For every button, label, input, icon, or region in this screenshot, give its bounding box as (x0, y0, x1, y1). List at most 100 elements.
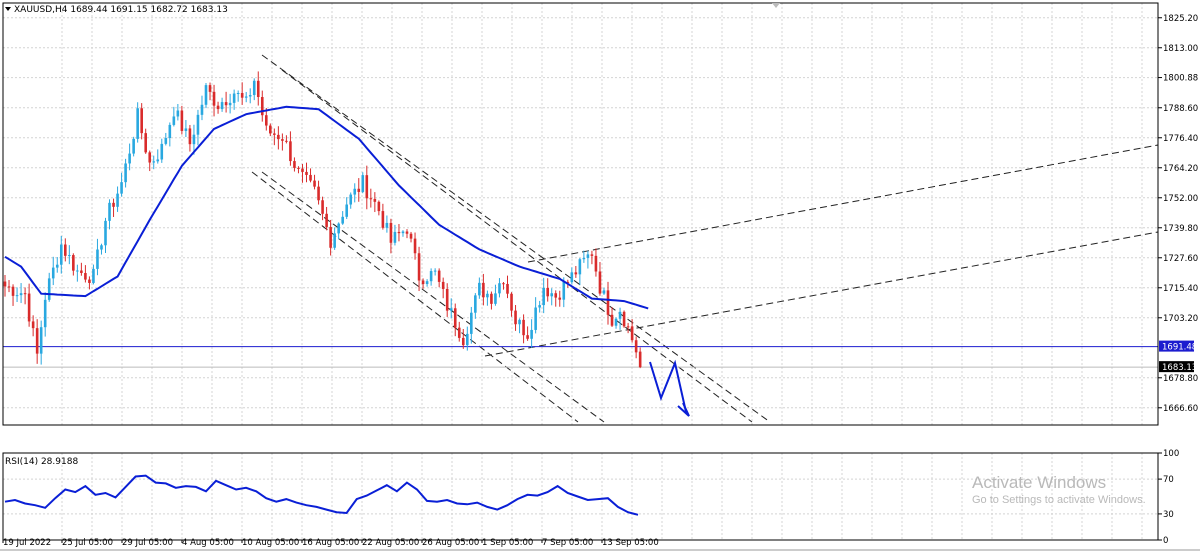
candle-body (397, 231, 401, 234)
candle-body (273, 133, 276, 135)
candle-body (321, 200, 324, 214)
price-tick-label: 1703.20 (1163, 314, 1198, 324)
candle-body (453, 308, 457, 328)
candle-body (188, 128, 192, 145)
candle-body (260, 97, 264, 116)
candle-body (236, 93, 240, 95)
time-tick-label: 1 Sep 05:00 (482, 538, 533, 548)
candle-body (31, 321, 35, 329)
candle-body (301, 168, 304, 172)
watermark-subtitle: Go to Settings to activate Windows. (972, 494, 1146, 506)
candle-body (208, 85, 212, 92)
candle-body (590, 254, 594, 256)
price-tick-label: 1678.80 (1163, 374, 1198, 384)
price-tick-label: 1666.60 (1163, 404, 1198, 414)
candle-body (313, 180, 316, 187)
candle-body (108, 202, 111, 221)
time-tick-label: 29 Jul 05:00 (122, 538, 173, 548)
candle-body (470, 312, 473, 334)
candle-body (457, 327, 461, 338)
candle-body (429, 271, 433, 282)
candle-body (578, 259, 582, 275)
candle-body (530, 329, 533, 339)
candle-body (417, 253, 421, 281)
candle-body (421, 280, 425, 285)
candle-body (96, 249, 99, 269)
trendline (281, 69, 753, 423)
candle-body (47, 278, 51, 300)
candle-body (377, 201, 381, 212)
candle-body (349, 194, 353, 205)
candle-body (622, 311, 626, 327)
candle-body (100, 245, 103, 250)
candle-body (570, 272, 574, 283)
candle-body (494, 293, 497, 304)
candle-body (357, 188, 361, 192)
candle-body (140, 108, 143, 134)
rsi-line (4, 474, 639, 516)
hline-price-label: 1691.48 (1162, 343, 1197, 353)
candle-body (574, 272, 578, 275)
candle-body (466, 333, 469, 346)
candle-body (88, 279, 91, 283)
rsi-tick-label: 70 (1163, 475, 1174, 485)
candle-body (474, 295, 477, 313)
candle-body (634, 340, 638, 353)
candle-body (433, 270, 437, 272)
candle-body (252, 80, 256, 96)
candle-body (502, 283, 505, 285)
candle-body (413, 238, 417, 254)
candle-body (365, 175, 369, 199)
candle-body (269, 125, 272, 134)
time-tick-label: 25 Jul 05:00 (62, 538, 113, 548)
candle-body (180, 110, 184, 131)
candle-body (76, 270, 79, 272)
candle-body (546, 287, 549, 297)
candle-body (389, 222, 393, 243)
price-tick-label: 1715.40 (1163, 284, 1198, 294)
trendline (527, 144, 1159, 263)
candle-body (256, 80, 260, 98)
chart-window[interactable]: 19 Jul 2022 25 Jul 05:00 29 Jul 05:00 4 Aug… (0, 0, 1200, 554)
candle-body (104, 220, 107, 246)
candle-body (405, 231, 409, 234)
candle-body (297, 167, 300, 169)
candle-body (116, 193, 119, 207)
price-tick-label: 1727.60 (1163, 254, 1198, 264)
candle-body (614, 318, 618, 326)
candle-body (594, 255, 598, 272)
rsi-tick-label: 30 (1163, 510, 1174, 520)
trendline (251, 171, 579, 423)
candle-body (68, 255, 71, 257)
candle-body (630, 326, 634, 341)
price-tick-label: 1825.20 (1163, 14, 1198, 24)
candle-body (19, 293, 23, 296)
candle-body (11, 286, 15, 296)
candle-body (212, 91, 216, 106)
candle-body (361, 175, 365, 192)
candle-body (345, 204, 348, 217)
candle-body (562, 281, 566, 300)
shift-marker-icon (772, 3, 780, 8)
candle-body (64, 244, 67, 256)
candle-body (534, 307, 537, 330)
candle-body (305, 171, 308, 175)
price-chart[interactable]: 19 Jul 2022 25 Jul 05:00 29 Jul 05:00 4 Aug… (0, 0, 1200, 554)
price-tick-label: 1776.40 (1163, 134, 1198, 144)
candle-body (337, 223, 340, 234)
candle-body (445, 288, 449, 311)
candle-body (196, 114, 200, 135)
time-tick-label: 16 Aug 05:00 (302, 538, 359, 548)
candle-body (482, 282, 485, 298)
candle-body (514, 310, 517, 325)
candle-body (265, 115, 268, 126)
candle-body (353, 188, 357, 195)
time-tick-label: 22 Aug 05:00 (362, 538, 419, 548)
candle-body (27, 293, 31, 322)
candle-body (317, 186, 320, 201)
candle-body (204, 85, 208, 105)
candle-body (598, 271, 602, 294)
candle-body (341, 216, 344, 224)
candle-body (144, 133, 147, 153)
candle-body (164, 138, 168, 144)
